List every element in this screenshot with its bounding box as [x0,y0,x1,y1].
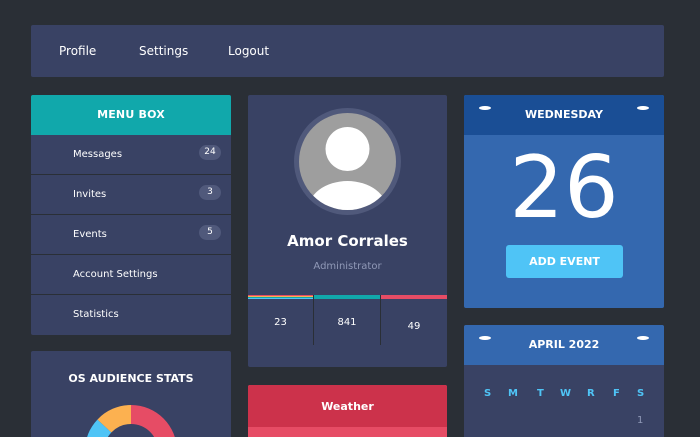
stat-color-bar [248,295,313,299]
menu-item-label: Invites [73,189,107,200]
binder-ring-icon [637,336,649,340]
profile-role: Administrator [313,261,382,272]
weekday-label: WEDNESDAY [525,108,603,121]
menu-item-account-settings[interactable]: Account Settings [31,255,231,295]
avatar[interactable] [294,108,401,215]
stat-value: 49 [407,321,421,332]
weekday-abbrev: S [637,388,645,399]
count-badge: 24 [199,145,221,160]
stat-color-bar [314,295,380,299]
profile-name: Amor Corrales [287,232,408,250]
add-event-button[interactable]: ADD EVENT [506,245,623,278]
binder-ring-icon [637,106,649,110]
menu-box: MENU BOX Messages 24 Invites 3 Events 5 … [31,95,231,335]
count-badge: 3 [199,185,221,200]
nav-settings-link[interactable]: Settings [139,44,188,58]
donut-chart [87,405,175,437]
nav-profile-link[interactable]: Profile [59,44,96,58]
os-stats-title: OS AUDIENCE STATS [68,372,194,385]
weekday-abbrev: M [508,388,518,399]
menu-item-invites[interactable]: Invites 3 [31,175,231,215]
donut-segment-red [131,405,175,437]
menu-box-title: MENU BOX [31,95,231,135]
profile-stat-2[interactable]: 841 [314,295,381,345]
month-header: APRIL 2022 [464,325,664,365]
binder-ring-icon [479,106,491,110]
profile-stats: 23 841 49 [248,295,447,345]
profile-stat-1[interactable]: 23 [248,295,314,345]
os-audience-stats-panel: OS AUDIENCE STATS [31,351,231,437]
date-card: WEDNESDAY 26 ADD EVENT [464,95,664,308]
weekday-abbrev: S [484,388,492,399]
menu-item-label: Statistics [73,309,119,320]
profile-stat-3[interactable]: 49 [381,295,447,345]
weather-title: Weather [248,385,447,427]
month-calendar: APRIL 2022 S M T W R F S 1 [464,325,664,437]
profile-card: Amor Corrales Administrator 23 841 49 [248,95,447,367]
calendar-day[interactable]: 1 [637,415,643,426]
weekday-header: WEDNESDAY [464,95,664,135]
menu-item-label: Account Settings [73,269,158,280]
stat-value: 841 [337,317,357,328]
menu-item-label: Events [73,229,107,240]
top-nav: Profile Settings Logout [31,25,664,77]
count-badge: 5 [199,225,221,240]
weekday-abbrev: F [613,388,620,399]
stat-value: 23 [274,317,287,328]
binder-ring-icon [479,336,491,340]
nav-logout-link[interactable]: Logout [228,44,269,58]
menu-item-messages[interactable]: Messages 24 [31,135,231,175]
weekday-abbrev: R [587,388,595,399]
weather-panel: Weather [248,385,447,437]
weekday-abbrev: T [537,388,544,399]
menu-item-events[interactable]: Events 5 [31,215,231,255]
stat-color-bar [381,295,447,299]
menu-item-statistics[interactable]: Statistics [31,295,231,335]
weekday-abbrev: W [560,388,572,399]
menu-item-label: Messages [73,149,123,160]
day-number: 26 [509,138,619,238]
user-silhouette-icon [307,127,388,210]
month-title: APRIL 2022 [528,338,600,351]
